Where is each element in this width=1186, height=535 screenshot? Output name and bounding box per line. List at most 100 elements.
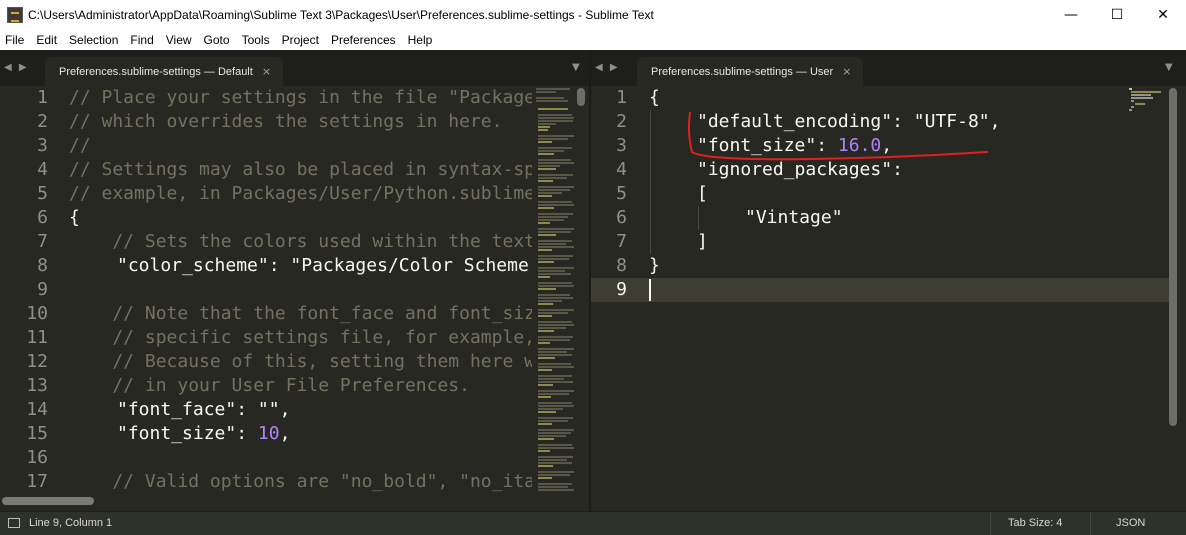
- line-number: 6: [616, 207, 627, 228]
- code-line: // example, in Packages/User/Python.subl…: [69, 183, 532, 204]
- menu-bar: File Edit Selection Find View Goto Tools…: [0, 30, 1186, 50]
- status-separator: [990, 512, 991, 535]
- tab-default-preferences[interactable]: Preferences.sublime-settings — Default ×: [45, 57, 284, 86]
- json-value: "UTF-8": [913, 111, 990, 132]
- cursor-position: Line 9, Column 1: [29, 517, 113, 529]
- sublime-text-app-icon: [7, 7, 23, 23]
- code-line: // Valid options are "no_bold", "no_ital…: [112, 471, 532, 492]
- left-horizontal-scroll-thumb[interactable]: [2, 497, 94, 505]
- right-code-area[interactable]: 1 2 3 4 5 6 7 8 9 { "default_encoding": …: [591, 86, 1186, 511]
- line-number: 3: [616, 135, 627, 156]
- menu-view[interactable]: View: [160, 30, 198, 50]
- left-code-viewport: // Place your settings in the file "Pack…: [0, 86, 532, 511]
- json-colon: :: [268, 255, 291, 276]
- menu-selection[interactable]: Selection: [63, 30, 124, 50]
- line-number: 5: [616, 183, 627, 204]
- json-number: 16.0: [837, 135, 882, 156]
- indent-guide: [650, 110, 651, 254]
- right-tab-dropdown-icon[interactable]: ▼: [1165, 62, 1173, 73]
- right-gutter: 1 2 3 4 5 6 7 8 9: [591, 86, 647, 511]
- json-value: "",: [257, 399, 291, 420]
- code-line: "default_encoding": "UTF-8",: [697, 110, 1000, 134]
- json-colon: :: [236, 423, 258, 444]
- code-line: // which overrides the settings in here.: [69, 111, 503, 132]
- line-number-active: 9: [616, 279, 627, 300]
- code-line: "color_scheme": "Packages/Color Scheme -…: [117, 254, 532, 278]
- editor-workspace: ◀ ▶ Preferences.sublime-settings — Defau…: [0, 50, 1186, 511]
- json-number: 10: [257, 423, 280, 444]
- menu-edit[interactable]: Edit: [30, 30, 63, 50]
- left-code-area[interactable]: 1 2 3 4 5 6 7 8 9 10 11 12 13 14 15 16 1…: [0, 86, 589, 511]
- json-key: "color_scheme": [117, 255, 269, 276]
- code-line: // Place your settings in the file "Pack…: [69, 87, 532, 108]
- line-number: 2: [616, 111, 627, 132]
- json-key: "ignored_packages": [697, 159, 893, 180]
- window-title: C:\Users\Administrator\AppData\Roaming\S…: [28, 8, 654, 22]
- minimize-button[interactable]: —: [1048, 0, 1094, 30]
- menu-project[interactable]: Project: [276, 30, 325, 50]
- code-line: // specific settings file, for example, …: [112, 327, 532, 348]
- left-tab-nav-arrows-icon[interactable]: ◀ ▶: [4, 62, 29, 73]
- indent-guide: [698, 206, 699, 230]
- json-colon: :: [892, 159, 903, 180]
- code-line: }: [649, 255, 660, 276]
- active-line-highlight: [591, 278, 1171, 302]
- close-button[interactable]: ✕: [1140, 0, 1186, 30]
- json-comma: ,: [279, 423, 291, 444]
- right-tab-bar: ◀ ▶ Preferences.sublime-settings — User …: [591, 50, 1186, 86]
- menu-tools[interactable]: Tools: [236, 30, 276, 50]
- code-line: "font_size": 16.0,: [697, 134, 892, 158]
- code-line: {: [649, 87, 660, 108]
- left-horizontal-scrollbar[interactable]: [0, 496, 532, 506]
- right-tab-nav-arrows-icon[interactable]: ◀ ▶: [595, 62, 620, 73]
- left-tab-dropdown-icon[interactable]: ▼: [572, 62, 580, 73]
- json-colon: :: [892, 111, 914, 132]
- code-line: // Sets the colors used within the text …: [112, 231, 532, 252]
- tab-close-icon[interactable]: ×: [262, 65, 271, 78]
- left-tab-bar: ◀ ▶ Preferences.sublime-settings — Defau…: [0, 50, 589, 86]
- code-line: ]: [697, 231, 708, 252]
- text-caret: [649, 279, 651, 301]
- json-key: "default_encoding": [697, 111, 893, 132]
- right-minimap[interactable]: [1127, 86, 1167, 496]
- json-comma: ,: [989, 111, 1001, 132]
- panel-toggle-icon[interactable]: [8, 518, 20, 528]
- tab-close-icon[interactable]: ×: [842, 65, 851, 78]
- menu-goto[interactable]: Goto: [198, 30, 236, 50]
- line-number: 7: [616, 231, 627, 252]
- line-number: 1: [616, 87, 627, 108]
- tab-label: Preferences.sublime-settings — Default: [59, 65, 253, 78]
- code-line: //: [69, 135, 91, 156]
- json-key: "font_face": [117, 399, 237, 420]
- code-line: // Because of this, setting them here wi…: [112, 351, 532, 372]
- left-vertical-scrollbar[interactable]: [577, 88, 585, 106]
- tab-size-selector[interactable]: Tab Size: 4: [1008, 517, 1062, 529]
- code-line: [: [697, 183, 708, 204]
- json-key: "font_size": [117, 423, 237, 444]
- json-colon: :: [816, 135, 838, 156]
- menu-preferences[interactable]: Preferences: [325, 30, 402, 50]
- title-bar: C:\Users\Administrator\AppData\Roaming\S…: [0, 0, 1186, 30]
- status-bar: Line 9, Column 1 Tab Size: 4 JSON: [0, 511, 1186, 535]
- tab-user-preferences[interactable]: Preferences.sublime-settings — User ×: [637, 57, 864, 86]
- json-colon: :: [236, 399, 258, 420]
- menu-find[interactable]: Find: [124, 30, 159, 50]
- code-line: // Settings may also be placed in syntax…: [69, 159, 532, 180]
- maximize-button[interactable]: ☐: [1094, 0, 1140, 30]
- tab-label: Preferences.sublime-settings — User: [651, 65, 834, 78]
- code-line: "font_face": "",: [117, 398, 290, 422]
- status-separator: [1090, 512, 1091, 535]
- right-editor-pane: ◀ ▶ Preferences.sublime-settings — User …: [591, 50, 1186, 511]
- code-line: "Vintage": [745, 207, 843, 228]
- code-line: // Note that the font_face and font_size…: [112, 303, 532, 324]
- json-value: "Packages/Color Scheme - Default/Monokai…: [290, 255, 529, 276]
- syntax-selector[interactable]: JSON: [1116, 517, 1145, 529]
- line-number: 4: [616, 159, 627, 180]
- menu-help[interactable]: Help: [402, 30, 439, 50]
- code-line: // in your User File Preferences.: [69, 375, 470, 396]
- menu-file[interactable]: File: [0, 30, 30, 50]
- code-line: "ignored_packages":: [697, 158, 903, 182]
- left-minimap[interactable]: [534, 86, 574, 496]
- right-vertical-scrollbar[interactable]: [1169, 88, 1177, 426]
- line-number: 8: [616, 255, 627, 276]
